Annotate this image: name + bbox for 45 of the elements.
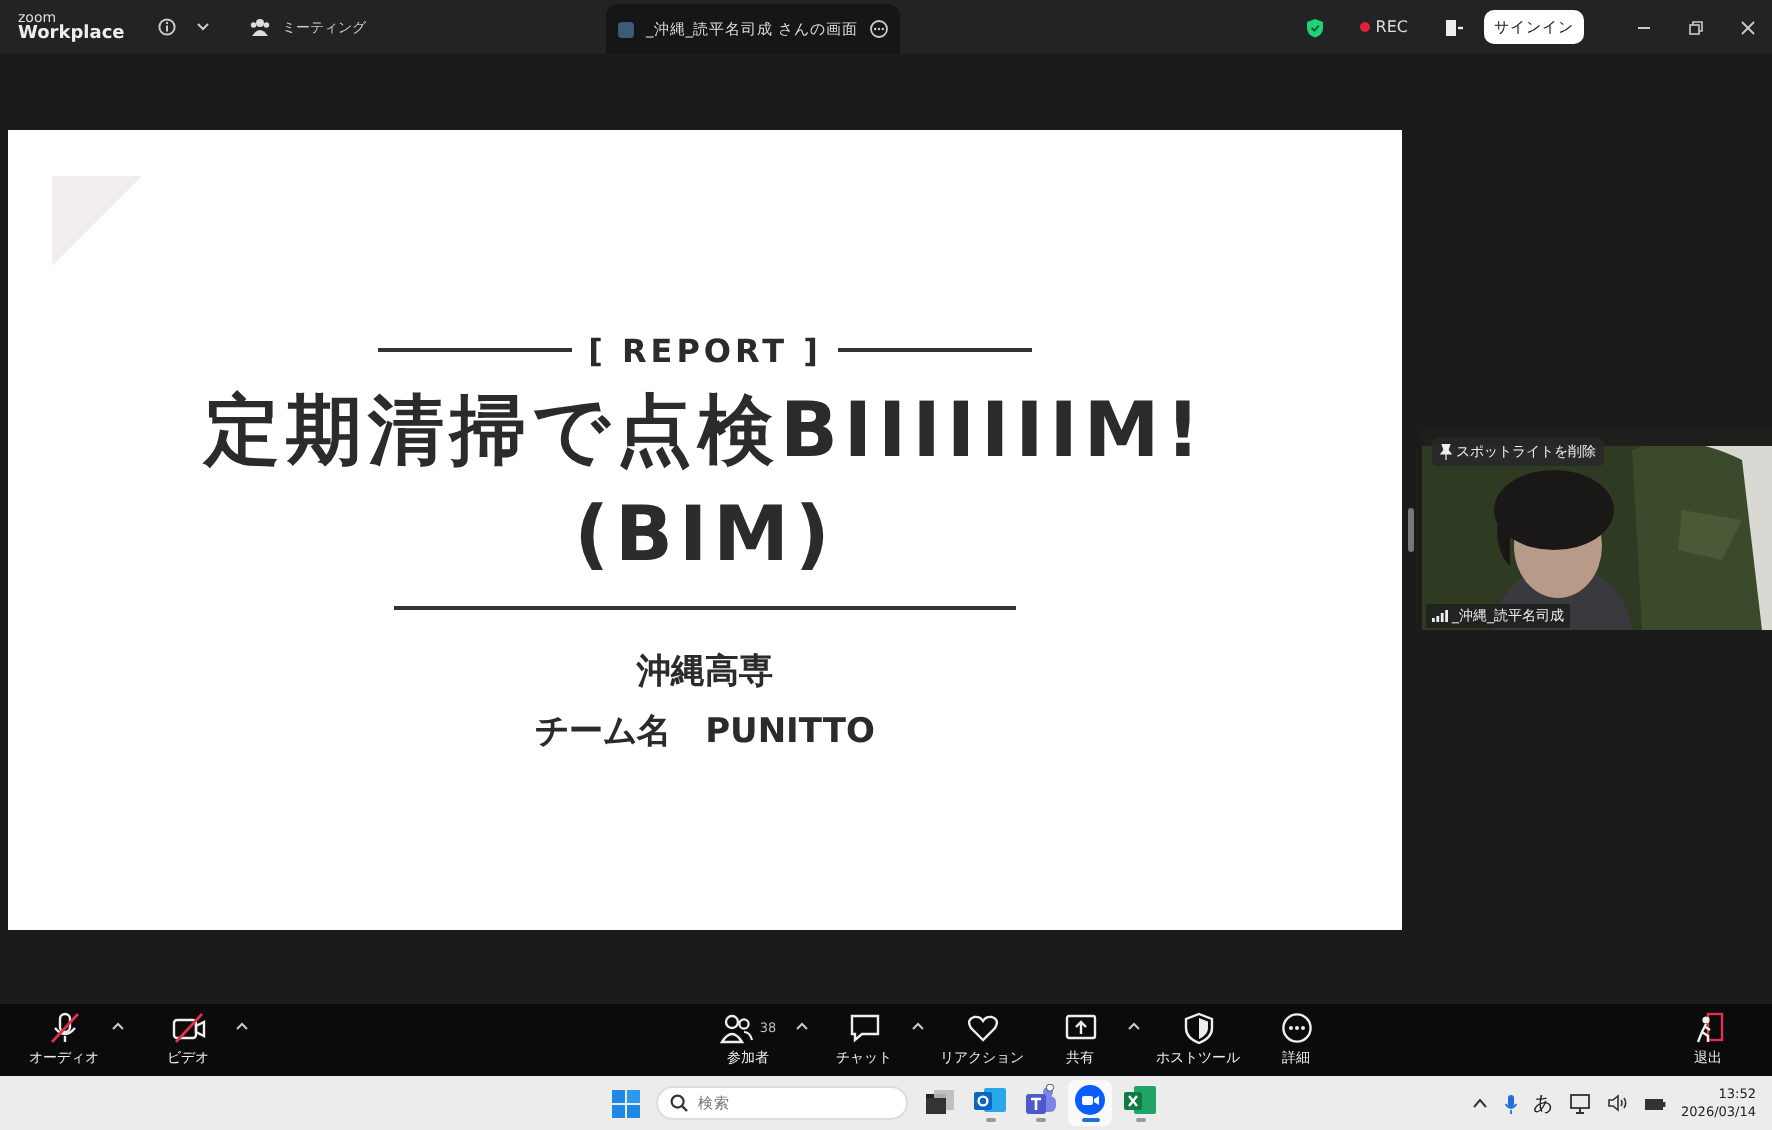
teams-icon — [1024, 1084, 1056, 1116]
info-icon[interactable] — [158, 18, 176, 36]
shield-check-icon — [1305, 17, 1324, 37]
caret-up-icon[interactable] — [236, 1022, 248, 1030]
people-icon — [250, 18, 270, 36]
more-icon — [1279, 1012, 1313, 1044]
resize-handle[interactable] — [1408, 507, 1414, 551]
share-screen-icon — [1063, 1012, 1097, 1044]
signal-icon — [1432, 609, 1448, 621]
chevron-down-icon[interactable] — [196, 22, 210, 32]
door-exit-icon[interactable] — [1444, 17, 1464, 37]
heart-icon — [965, 1012, 999, 1044]
caret-up-icon[interactable] — [1128, 1022, 1140, 1030]
spreadsheet-icon — [1124, 1084, 1156, 1116]
search-icon — [670, 1094, 688, 1112]
recording-indicator: REC — [1359, 18, 1408, 36]
battery-icon[interactable] — [1643, 1095, 1666, 1111]
speaker-icon[interactable] — [1607, 1094, 1628, 1112]
slide-title: (BIM) — [574, 487, 836, 581]
outlook-icon — [974, 1084, 1006, 1116]
chevron-up-icon[interactable] — [1471, 1098, 1488, 1108]
team-name: チーム名 PUNITTO — [535, 709, 875, 753]
exit-icon — [1691, 1012, 1725, 1044]
shield-icon — [1181, 1012, 1215, 1044]
school-name: 沖縄高専 — [637, 649, 773, 693]
people-icon — [719, 1012, 754, 1044]
more-icon[interactable] — [869, 20, 888, 38]
windows-start-icon[interactable] — [612, 1089, 640, 1117]
close-icon[interactable] — [1740, 19, 1756, 35]
caret-up-icon[interactable] — [912, 1022, 924, 1030]
slide-tag: [ REPORT ] — [588, 331, 822, 369]
app-name: Workplace — [18, 25, 127, 43]
microphone-icon[interactable] — [1503, 1093, 1518, 1113]
chat-bubble-icon — [847, 1012, 881, 1044]
caret-up-icon[interactable] — [112, 1022, 124, 1030]
monitor-icon[interactable] — [1569, 1093, 1592, 1113]
slide-title: 定期清掃で点検BIIIIIIIM! — [203, 383, 1207, 477]
restore-icon[interactable] — [1688, 19, 1704, 35]
input-method-indicator[interactable]: あ — [1533, 1089, 1554, 1117]
caret-up-icon[interactable] — [796, 1022, 808, 1030]
taskbar-app[interactable] — [1068, 1080, 1112, 1126]
screen-icon — [618, 21, 634, 37]
task-view-icon — [924, 1087, 956, 1119]
pin-icon — [1440, 443, 1452, 459]
video-app-icon — [1074, 1084, 1106, 1116]
